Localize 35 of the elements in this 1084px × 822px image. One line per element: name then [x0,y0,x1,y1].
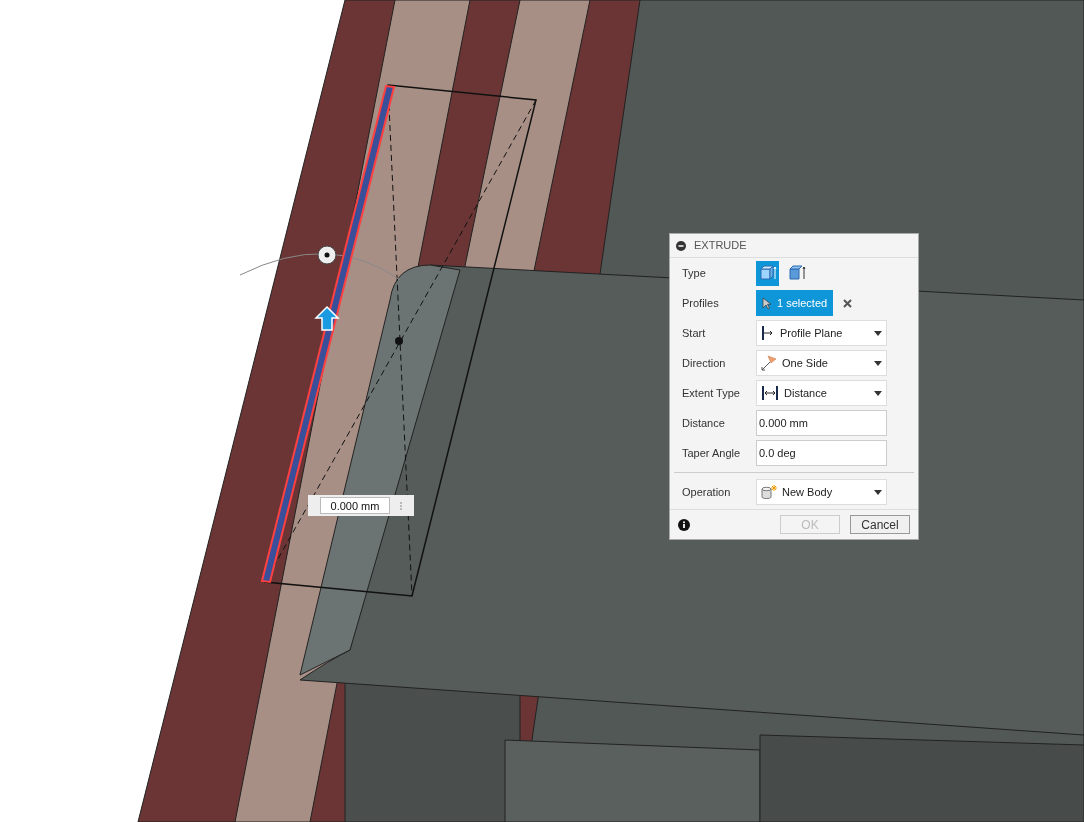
info-icon[interactable] [678,518,690,531]
solid-extrude-icon [758,264,777,282]
center-point [395,337,403,345]
thin-extrude-icon [787,264,806,282]
caret-icon [874,390,882,396]
field-label: Taper Angle [682,445,742,461]
field-label: Extent Type [682,385,741,401]
dropdown[interactable]: Profile Plane [756,320,887,346]
caret-icon [874,330,882,336]
dropdown[interactable]: One Side [756,350,887,376]
field-label: Distance [682,415,726,431]
distance-icon [761,385,779,401]
dropdown[interactable]: New Body [756,479,887,505]
clear-icon[interactable] [843,298,853,308]
field-label: Operation [682,484,732,500]
type-option-button[interactable] [756,260,779,286]
dialog-title: EXTRUDE [694,238,747,254]
dialog-button[interactable]: Cancel [850,515,910,534]
text-input-field[interactable]: 0.000 mm [756,410,887,436]
field-label: Direction [682,355,727,371]
field-label: Profiles [682,295,720,311]
rotate-handle-icon [317,245,337,265]
collapse-icon[interactable] [676,240,686,251]
field-label: Type [682,265,707,281]
plane-start-icon [761,325,775,341]
caret-icon [874,360,882,366]
cursor-icon [762,296,771,310]
field-label: Start [682,325,707,341]
new-body-icon [761,484,777,500]
text-input-field[interactable]: 0.0 deg [756,440,887,466]
arrow-up-icon [314,305,340,331]
dropdown[interactable]: Distance [756,380,887,406]
distance-input-field[interactable]: 0.000 mm [320,497,390,514]
direction-icon [761,355,777,371]
caret-icon [874,489,882,495]
